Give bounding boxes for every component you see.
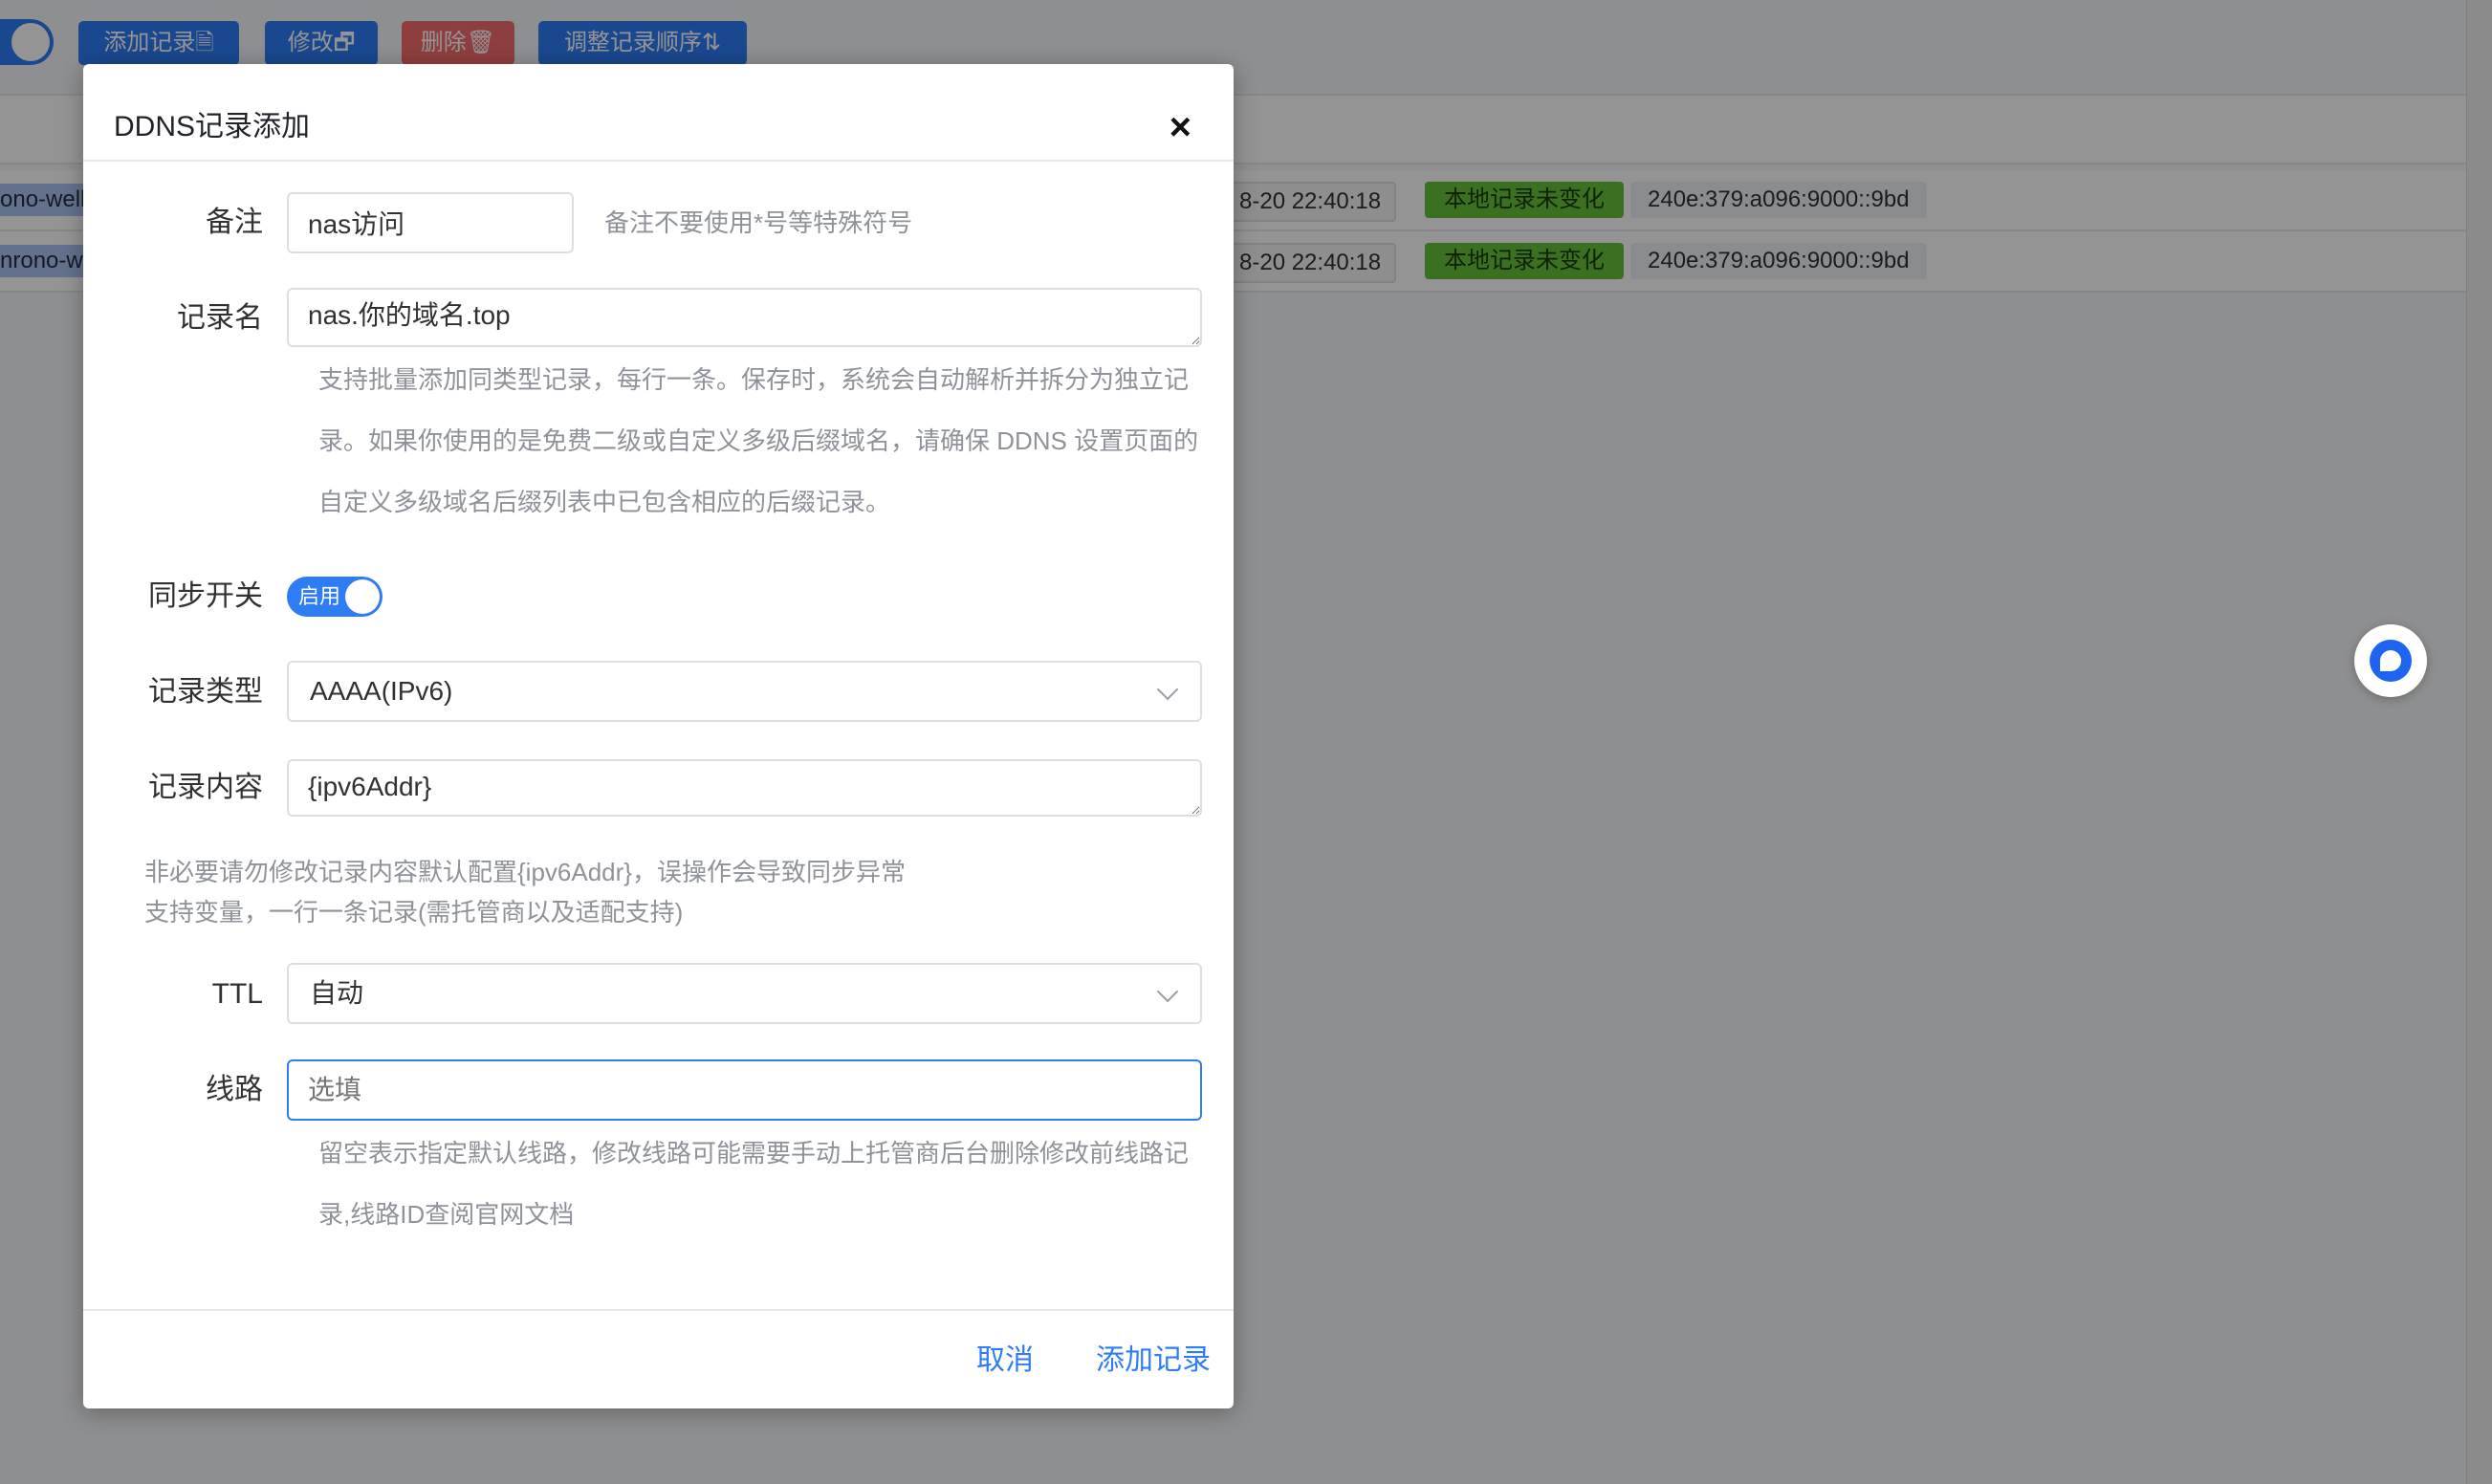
record-type-select[interactable]: AAAA(IPv6) [287,661,1202,722]
remark-hint: 备注不要使用*号等特殊符号 [604,208,913,237]
remark-label: 备注 [206,207,263,238]
record-content-hint-line: 非必要请勿修改记录内容默认配置{ipv6Addr}，误操作会导致同步异常 [144,858,906,886]
record-content-textarea[interactable]: {ipv6Addr} [287,759,1202,817]
sync-toggle[interactable]: 启用 [287,577,383,617]
record-type-label: 记录类型 [148,676,263,708]
record-name-textarea[interactable]: nas.你的域名.top [287,288,1202,347]
ttl-select[interactable]: 自动 [287,963,1202,1024]
dialog-title: DDNS记录添加 [114,111,311,142]
line-label: 线路 [206,1074,263,1105]
toggle-knob [345,579,380,614]
remark-input[interactable] [287,192,574,253]
record-name-hint-line: 支持批量添加同类型记录，每行一条。保存时，系统会自动解析并拆分为独立记 [318,365,1190,394]
cancel-button[interactable]: 取消 [976,1342,1034,1380]
line-hint-line: 留空表示指定默认线路，修改线路可能需要手动上托管商后台删除修改前线路记 [318,1139,1190,1168]
sync-label: 同步开关 [148,580,263,612]
submit-add-record-button[interactable]: 添加记录 [1096,1342,1211,1380]
chevron-down-icon [1156,980,1179,1003]
record-name-hint-line: 录。如果你使用的是免费二级或自定义多级后缀域名，请确保 DDNS 设置页面的 [318,426,1199,455]
chat-float-button[interactable] [2354,624,2427,697]
ttl-label: TTL [211,978,263,1010]
record-content-hint-line: 支持变量，一行一条记录(需托管商以及适配支持) [144,898,684,927]
dialog-header: DDNS记录添加 × [83,64,1234,162]
record-name-hint-line: 自定义多级域名后缀列表中已包含相应的后缀记录。 [318,488,891,516]
record-name-label: 记录名 [177,302,263,334]
line-hint-line: 录,线路ID查阅官网文档 [318,1200,575,1229]
chevron-down-icon [1156,678,1179,701]
sync-toggle-text: 启用 [298,584,341,608]
close-icon[interactable]: × [1169,108,1191,146]
dialog-footer-divider [83,1309,1234,1311]
record-content-label: 记录内容 [148,772,263,803]
line-input[interactable] [287,1059,1202,1121]
ddns-record-dialog: DDNS记录添加 × 备注 备注不要使用*号等特殊符号 记录名 nas.你的域名… [83,64,1234,1408]
record-type-value: AAAA(IPv6) [310,676,453,706]
chat-icon [2370,640,2412,682]
ttl-value: 自动 [310,978,364,1008]
